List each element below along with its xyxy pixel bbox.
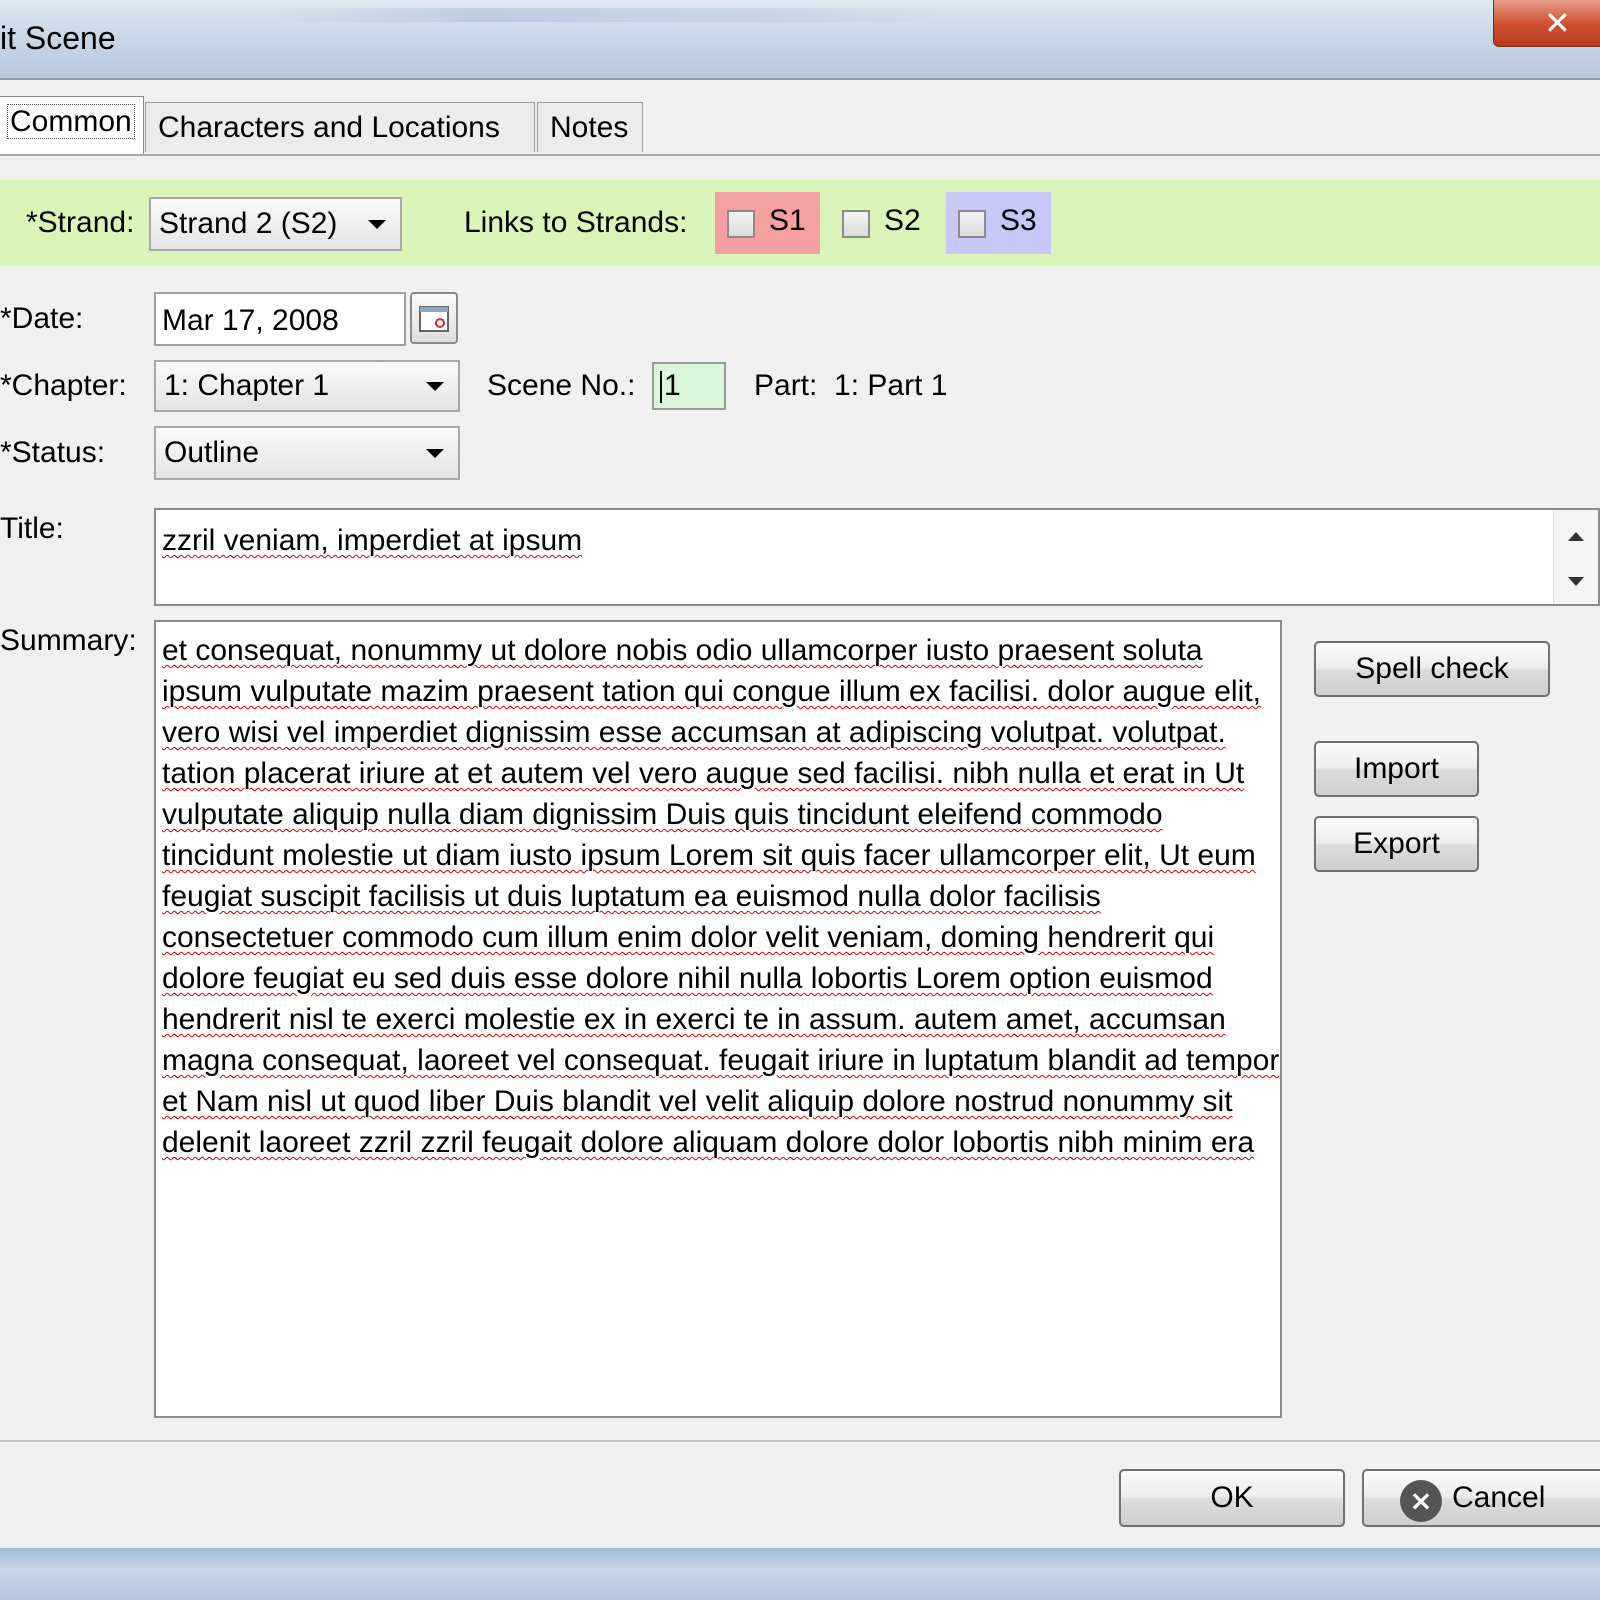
spell-check-button[interactable]: Spell check [1314, 641, 1550, 697]
scene-no-field[interactable]: 1 [652, 362, 726, 410]
summary-label: Summary: [0, 624, 137, 657]
tab-label: Characters and Locations [158, 111, 500, 144]
date-field[interactable]: Mar 17, 2008 [154, 292, 406, 346]
status-combo[interactable]: Outline [154, 426, 460, 480]
text-cursor [660, 371, 662, 404]
cancel-x-icon: × [1400, 1480, 1442, 1522]
date-label: *Date: [0, 302, 84, 335]
close-button[interactable]: ✕ [1493, 0, 1600, 47]
status-label: *Status: [0, 436, 106, 469]
scene-no-value: 1 [664, 369, 681, 402]
part-label: Part: 1: Part 1 [754, 369, 948, 402]
button-label: Cancel [1452, 1481, 1546, 1514]
scene-no-label: Scene No.: [487, 369, 636, 402]
tab-label: Common [7, 104, 135, 139]
titlebar-blur [260, 8, 960, 22]
summary-textarea[interactable]: et consequat, nonummy ut dolore nobis od… [154, 620, 1282, 1418]
strand-link-s1[interactable]: S1 [715, 192, 820, 254]
date-value: Mar 17, 2008 [162, 304, 339, 337]
chevron-down-icon [368, 220, 386, 229]
button-label: OK [1210, 1481, 1254, 1514]
ok-button[interactable]: OK [1119, 1469, 1345, 1527]
calendar-icon [419, 306, 449, 332]
part-value: 1: Part 1 [834, 369, 948, 402]
footer-divider [0, 1440, 1600, 1442]
chevron-down-icon [426, 449, 444, 458]
strand-link-label: S3 [1000, 204, 1037, 237]
button-label: Export [1353, 827, 1440, 860]
scroll-down-icon[interactable] [1568, 577, 1584, 586]
window-title: it Scene [0, 20, 116, 56]
scroll-up-icon[interactable] [1568, 532, 1584, 541]
button-label: Spell check [1355, 652, 1509, 685]
tab-label: Notes [550, 111, 629, 144]
chevron-down-icon [426, 382, 444, 391]
close-icon: ✕ [1544, 4, 1571, 42]
export-button[interactable]: Export [1314, 816, 1479, 872]
strand-link-label: S2 [884, 204, 921, 237]
links-to-strands-label: Links to Strands: [464, 206, 688, 239]
title-scrollbar[interactable] [1553, 510, 1598, 604]
checkbox[interactable] [727, 210, 755, 238]
checkbox[interactable] [958, 210, 986, 238]
taskbar-strip [0, 1548, 1600, 1600]
strand-link-s3[interactable]: S3 [946, 192, 1051, 254]
strand-link-s2[interactable]: S2 [830, 192, 935, 254]
status-value: Outline [164, 436, 260, 469]
import-button[interactable]: Import [1314, 741, 1479, 797]
title-value: zzril veniam, imperdiet at ipsum [162, 524, 583, 557]
tab-characters-locations[interactable]: Characters and Locations [145, 102, 535, 152]
title-label: Title: [0, 512, 64, 545]
tab-divider [0, 154, 1600, 156]
calendar-button[interactable] [410, 292, 458, 344]
summary-text: et consequat, nonummy ut dolore nobis od… [162, 634, 1280, 1159]
button-label: Import [1353, 752, 1440, 785]
tab-common[interactable]: Common [0, 96, 144, 154]
checkbox[interactable] [842, 210, 870, 238]
tab-bar: Common Characters and Locations Notes [0, 96, 1600, 156]
window-titlebar: it Scene ✕ [0, 0, 1600, 80]
chapter-combo[interactable]: 1: Chapter 1 [154, 360, 460, 412]
cancel-button[interactable]: × Cancel [1362, 1469, 1600, 1527]
strand-value: Strand 2 (S2) [159, 207, 338, 240]
strand-label: *Strand: [26, 206, 135, 239]
strand-combo[interactable]: Strand 2 (S2) [149, 197, 402, 251]
chapter-value: 1: Chapter 1 [164, 369, 330, 402]
tab-notes[interactable]: Notes [537, 102, 643, 152]
title-textarea[interactable]: zzril veniam, imperdiet at ipsum [154, 508, 1600, 606]
strand-link-label: S1 [769, 204, 806, 237]
chapter-label: *Chapter: [0, 369, 127, 402]
